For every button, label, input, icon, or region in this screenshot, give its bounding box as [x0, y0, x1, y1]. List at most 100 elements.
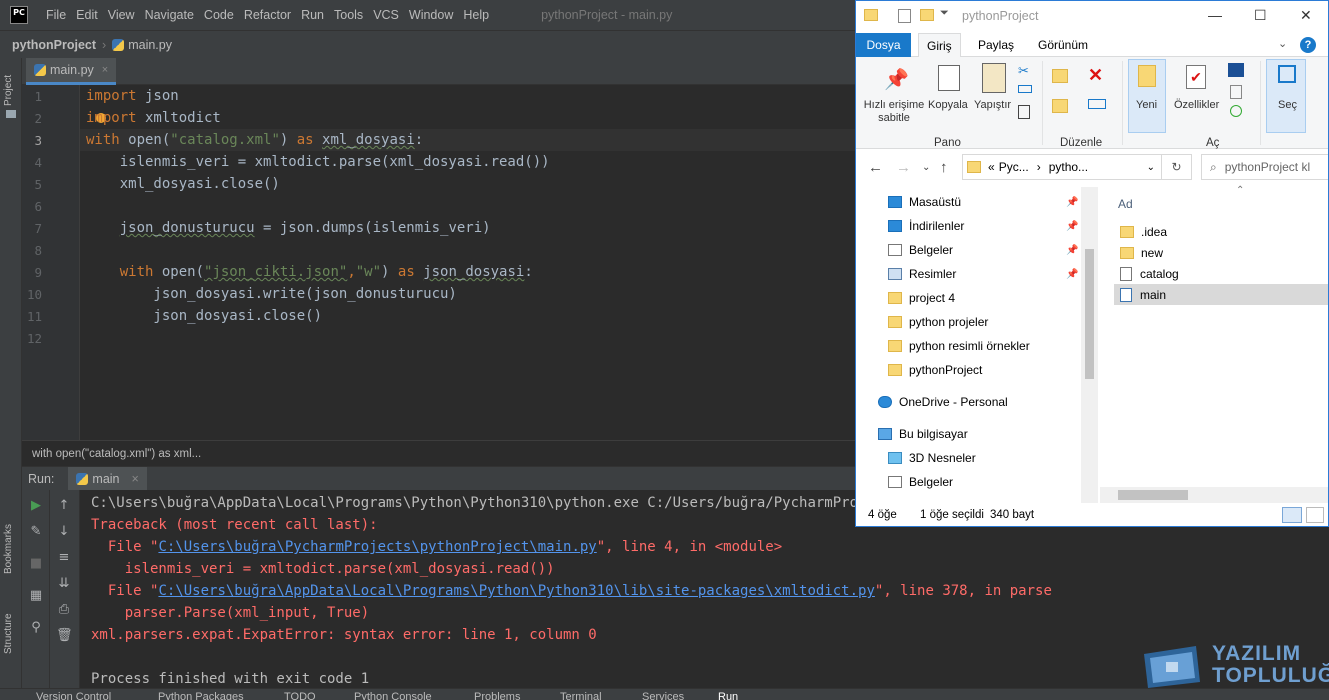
soft-wrap-icon[interactable]: ≡ [56, 550, 72, 566]
menu-vcs[interactable]: VCS [373, 8, 399, 22]
file-row[interactable]: new [1114, 242, 1328, 263]
traceback-link[interactable]: C:\Users\buğra\PycharmProjects\pythonPro… [158, 539, 596, 555]
nav-item-folder[interactable]: project 4 [888, 287, 955, 309]
nav-item-3d-objects[interactable]: 3D Nesneler [888, 447, 976, 469]
file-row[interactable]: .idea [1114, 221, 1328, 242]
up-arrow-icon[interactable]: ↑ [940, 159, 948, 176]
maximize-button[interactable]: ☐ [1254, 7, 1267, 24]
delete-icon[interactable]: ✕ [1088, 65, 1103, 86]
tab-paylas[interactable]: Paylaş [970, 33, 1022, 57]
tab-gorunum[interactable]: Görünüm [1030, 33, 1096, 57]
nav-item-downloads[interactable]: İndirilenler [888, 215, 964, 237]
arrow-down-icon[interactable]: ↓ [56, 524, 72, 540]
breadcrumb-project[interactable]: pythonProject [12, 38, 96, 52]
close-button[interactable]: ✕ [1300, 7, 1312, 24]
copy-button[interactable]: Kopyala [928, 99, 968, 111]
bookmarks-tool-label[interactable]: Bookmarks [3, 524, 14, 574]
properties-quick-icon[interactable] [898, 9, 911, 23]
pin-icon[interactable]: 📌 [1066, 269, 1078, 280]
cut-icon[interactable]: ✂ [1018, 63, 1029, 79]
copy-path-icon[interactable] [1018, 85, 1032, 93]
nav-item-folder[interactable]: python resimli örnekler [888, 335, 1030, 357]
menu-edit[interactable]: Edit [76, 8, 98, 22]
nav-item-desktop[interactable]: Masaüstü [888, 191, 961, 213]
move-to-icon[interactable] [1052, 69, 1068, 83]
address-part2[interactable]: pytho... [1049, 160, 1088, 174]
chevron-down-icon[interactable]: ⏷ [940, 7, 949, 20]
nav-scrollbar-thumb[interactable] [1085, 249, 1094, 379]
nav-item-documents[interactable]: Belgeler [888, 239, 953, 261]
tool-version-control[interactable]: Version Control [36, 689, 111, 700]
tool-python-packages[interactable]: Python Packages [158, 689, 244, 700]
tool-problems[interactable]: Problems [474, 689, 520, 700]
column-header-name[interactable]: Ad [1118, 197, 1133, 211]
pin-icon[interactable]: 📌 [1066, 245, 1078, 256]
nav-item-documents[interactable]: Belgeler [888, 471, 953, 493]
pin-icon[interactable]: ⚲ [28, 620, 44, 636]
file-row[interactable]: catalog [1114, 263, 1328, 284]
minimize-button[interactable]: — [1208, 7, 1222, 23]
pin-icon[interactable]: 📌 [1066, 197, 1078, 208]
properties-button[interactable]: Özellikler [1174, 99, 1219, 111]
copy-to-icon[interactable] [1052, 99, 1068, 113]
nav-item-folder[interactable]: python projeler [888, 311, 988, 333]
overflow-icon[interactable]: « [988, 160, 995, 174]
paste-button[interactable]: Yapıştır [974, 99, 1011, 111]
search-input[interactable]: ⌕ pythonProject kl [1201, 154, 1328, 180]
address-part1[interactable]: Pyc... [999, 160, 1029, 174]
tool-todo[interactable]: TODO [284, 689, 316, 700]
details-view-icon[interactable] [1282, 507, 1302, 523]
scroll-to-end-icon[interactable]: ⇊ [56, 576, 72, 592]
help-icon[interactable]: ? [1300, 37, 1316, 53]
tool-python-console[interactable]: Python Console [354, 689, 432, 700]
nav-item-folder[interactable]: pythonProject [888, 359, 982, 381]
trash-icon[interactable]: 🗑 [56, 628, 73, 644]
close-icon[interactable]: × [132, 472, 139, 486]
forward-arrow-icon[interactable]: → [896, 159, 911, 176]
new-folder-quick-icon[interactable] [920, 9, 934, 21]
close-icon[interactable]: × [102, 64, 108, 76]
stop-icon[interactable]: ■ [28, 556, 44, 572]
chevron-down-icon[interactable]: ⌄ [1147, 162, 1155, 173]
tab-dosya[interactable]: Dosya [856, 33, 911, 57]
menu-run[interactable]: Run [301, 8, 324, 22]
paste-shortcut-icon[interactable] [1018, 105, 1030, 119]
project-tool-label[interactable]: Project [3, 75, 14, 106]
rename-icon[interactable] [1088, 99, 1106, 109]
code-editor[interactable]: 1 2 3 4 5 6 7 8 9 10 11 12 import json i… [22, 85, 855, 440]
pin-icon[interactable]: 📌 [1066, 221, 1078, 232]
menu-refactor[interactable]: Refactor [244, 8, 291, 22]
nav-item-this-pc[interactable]: Bu bilgisayar [878, 423, 968, 445]
menu-file[interactable]: File [46, 8, 66, 22]
horizontal-scrollbar-thumb[interactable] [1118, 490, 1188, 500]
select-button[interactable]: Seç [1278, 99, 1297, 111]
tab-main-py[interactable]: main.py × [26, 58, 117, 85]
large-icons-view-icon[interactable] [1306, 507, 1324, 523]
menu-window[interactable]: Window [409, 8, 453, 22]
print-icon[interactable]: ⎙ [56, 602, 72, 618]
arrow-up-icon[interactable]: ↑ [56, 498, 72, 514]
tool-services[interactable]: Services [642, 689, 684, 700]
tool-terminal[interactable]: Terminal [560, 689, 602, 700]
chevron-down-icon[interactable]: ⌄ [1278, 37, 1287, 50]
menu-tools[interactable]: Tools [334, 8, 363, 22]
open-with-vscode-icon[interactable] [1228, 63, 1244, 77]
tab-giris[interactable]: Giriş [918, 33, 961, 57]
menu-navigate[interactable]: Navigate [145, 8, 194, 22]
menu-view[interactable]: View [108, 8, 135, 22]
history-icon[interactable] [1230, 105, 1242, 117]
chevron-down-icon[interactable]: ⌄ [922, 162, 930, 173]
menu-help[interactable]: Help [463, 8, 489, 22]
tool-run[interactable]: Run [718, 689, 738, 700]
pin-to-quick-access-button[interactable]: Hızlı erişime sabitle [862, 99, 926, 125]
edit-icon[interactable] [1230, 85, 1242, 99]
editor-breadcrumb[interactable]: with open("catalog.xml") as xml... [22, 440, 855, 466]
structure-tool-label[interactable]: Structure [3, 613, 14, 654]
run-tab-main[interactable]: main × [68, 466, 147, 491]
nav-item-onedrive[interactable]: OneDrive - Personal [878, 391, 1008, 413]
address-box[interactable]: « Pyc... › pytho... ⌄ [962, 154, 1162, 180]
new-button[interactable]: Yeni [1136, 99, 1157, 111]
breadcrumb-file[interactable]: main.py [128, 38, 172, 52]
menu-code[interactable]: Code [204, 8, 234, 22]
rerun-icon[interactable]: ▶ [28, 498, 44, 514]
